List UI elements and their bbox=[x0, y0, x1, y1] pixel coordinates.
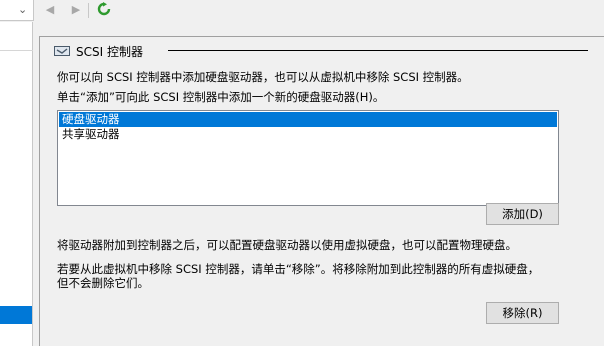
scsi-controller-icon bbox=[54, 46, 70, 56]
forward-arrow-icon[interactable]: ▶ bbox=[68, 2, 84, 18]
tree-selected-item[interactable] bbox=[0, 306, 32, 324]
back-arrow-icon[interactable]: ◀ bbox=[42, 2, 58, 18]
tree-divider bbox=[0, 50, 33, 51]
toolbar-separator bbox=[88, 3, 89, 18]
list-item-hard-drive[interactable]: 硬盘驱动器 bbox=[59, 112, 557, 127]
group-separator bbox=[168, 50, 588, 51]
add-button[interactable]: 添加(D) bbox=[486, 203, 559, 225]
group-header: SCSI 控制器 bbox=[54, 43, 143, 59]
list-item-shared-drive[interactable]: 共享驱动器 bbox=[59, 127, 557, 142]
after-attach-text: 将驱动器附加到控制器之后，可以配置硬盘驱动器以使用虚拟硬盘，也可以配置物理硬盘。 bbox=[57, 238, 517, 252]
chevron-down-icon: ⌄ bbox=[18, 3, 28, 16]
intro-text: 你可以向 SCSI 控制器中添加硬盘驱动器，也可以从虚拟机中移除 SCSI 控制… bbox=[57, 70, 469, 84]
drive-type-listbox[interactable]: 硬盘驱动器 共享驱动器 bbox=[57, 110, 559, 206]
remove-button[interactable]: 移除(R) bbox=[486, 302, 559, 324]
refresh-icon[interactable] bbox=[96, 2, 112, 18]
instruction-text: 单击“添加”可向此 SCSI 控制器中添加一个新的硬盘驱动器(H)。 bbox=[57, 90, 385, 104]
hardware-tree-pane[interactable] bbox=[0, 22, 33, 346]
remove-note-line2: 但不会删除它们。 bbox=[57, 276, 149, 290]
toolbar: ⌄ ◀ ▶ bbox=[0, 0, 604, 22]
view-dropdown[interactable]: ⌄ bbox=[0, 0, 34, 21]
group-title: SCSI 控制器 bbox=[76, 44, 143, 59]
scsi-controller-panel: SCSI 控制器 你可以向 SCSI 控制器中添加硬盘驱动器，也可以从虚拟机中移… bbox=[39, 36, 604, 346]
remove-note-line1: 若要从此虚拟机中移除 SCSI 控制器，请单击“移除”。将移除附加到此控制器的所… bbox=[57, 262, 540, 276]
